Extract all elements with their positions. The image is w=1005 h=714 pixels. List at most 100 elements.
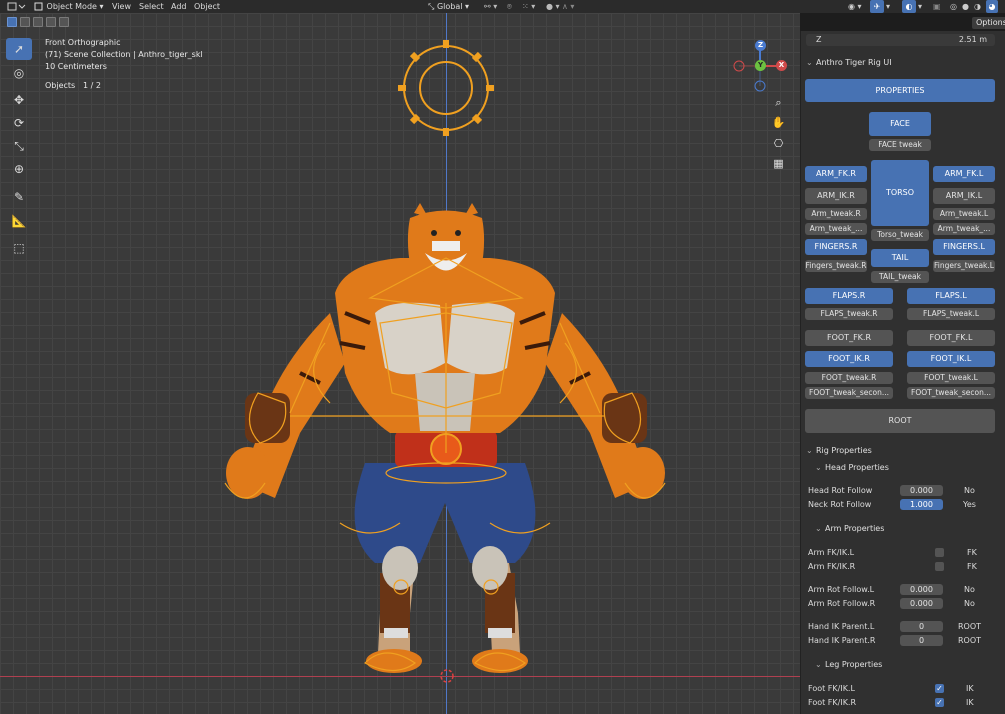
- mode-select[interactable]: Object Mode ▾: [34, 0, 104, 13]
- top-header-bar: Object Mode ▾ View Select Add Object ⤡ G…: [0, 0, 1005, 13]
- gizmo-toggle-icon[interactable]: ✈: [870, 0, 884, 13]
- tiger-character-model[interactable]: [0, 13, 800, 714]
- object-mode-icon: [34, 2, 43, 11]
- chevron-down-icon: ⌄: [806, 446, 813, 455]
- transform-orientation[interactable]: ⤡ Global ▾: [428, 0, 469, 13]
- flaps-l-button[interactable]: FLAPS.L: [907, 288, 995, 304]
- menu-select[interactable]: Select: [134, 0, 169, 13]
- menu-add[interactable]: Add: [166, 0, 192, 13]
- foot-ik-l-button[interactable]: FOOT_IK.L: [907, 351, 995, 367]
- arm-rot-follow-l-field[interactable]: 0.000: [900, 584, 943, 595]
- arm-fk-l-button[interactable]: ARM_FK.L: [933, 166, 995, 182]
- arm-rot-follow-r-state: No: [964, 599, 975, 608]
- flaps-tweak-r-button[interactable]: FLAPS_tweak.R: [805, 308, 893, 320]
- rig-ui-panel-header[interactable]: ⌄ Anthro Tiger Rig UI: [806, 58, 892, 67]
- arm-ik-r-button[interactable]: ARM_IK.R: [805, 188, 867, 204]
- arm-ik-l-button[interactable]: ARM_IK.L: [933, 188, 995, 204]
- fingers-tweak-l-button[interactable]: Fingers_tweak.L: [933, 260, 995, 272]
- hand-ik-parent-l-label: Hand IK Parent.L: [808, 622, 875, 631]
- foot-ik-r-button[interactable]: FOOT_IK.R: [805, 351, 893, 367]
- tail-tweak-button[interactable]: TAIL_tweak: [871, 271, 929, 283]
- arm-rot-follow-r-field[interactable]: 0.000: [900, 598, 943, 609]
- foot-fkik-r-state: IK: [966, 698, 974, 707]
- fingers-l-button[interactable]: FINGERS.L: [933, 239, 995, 255]
- flaps-tweak-l-button[interactable]: FLAPS_tweak.L: [907, 308, 995, 320]
- xray-icon[interactable]: ▣: [933, 0, 941, 13]
- hand-ik-parent-r-state: ROOT: [958, 636, 982, 645]
- snap-icon[interactable]: ⌾: [507, 0, 512, 13]
- rig-properties-header[interactable]: ⌄ Rig Properties: [806, 446, 872, 455]
- hand-ik-parent-r-field[interactable]: 0: [900, 635, 943, 646]
- z-value: 2.51 m: [958, 35, 987, 44]
- visibility-icon[interactable]: ◉ ▾: [848, 0, 862, 13]
- rendered-shading-icon[interactable]: ◕: [986, 0, 998, 13]
- pivot-icon[interactable]: ⚯ ▾: [484, 0, 497, 13]
- proportional-edit-icon[interactable]: ● ▾: [546, 0, 560, 13]
- foot-fkik-l-checkbox[interactable]: ✓: [935, 684, 944, 693]
- menu-view[interactable]: View: [107, 0, 136, 13]
- torso-button[interactable]: TORSO: [871, 160, 929, 226]
- overlays-icon[interactable]: ◐: [902, 0, 916, 13]
- hand-ik-parent-l-field[interactable]: 0: [900, 621, 943, 632]
- foot-fk-l-button[interactable]: FOOT_FK.L: [907, 330, 995, 346]
- face-tweak-button[interactable]: FACE tweak: [869, 139, 931, 151]
- arm-fkik-l-state: FK: [967, 548, 977, 557]
- 3d-viewport[interactable]: Front Orthographic (71) Scene Collection…: [0, 13, 800, 714]
- torso-tweak-button[interactable]: Torso_tweak: [871, 229, 929, 241]
- foot-tweak-l-button[interactable]: FOOT_tweak.L: [907, 372, 995, 384]
- 3d-cursor-icon: [440, 669, 454, 683]
- gizmo-dropdown-icon[interactable]: ▾: [886, 0, 890, 13]
- neck-rot-follow-label: Neck Rot Follow: [808, 500, 872, 509]
- head-properties-header[interactable]: ⌄ Head Properties: [815, 463, 889, 472]
- neck-rot-follow-state: Yes: [963, 500, 976, 509]
- solid-shading-icon[interactable]: ●: [962, 0, 969, 13]
- leg-properties-header[interactable]: ⌄ Leg Properties: [815, 660, 882, 669]
- rig-properties-title: Rig Properties: [816, 446, 872, 455]
- tail-button[interactable]: TAIL: [871, 249, 929, 267]
- head-rot-follow-field[interactable]: 0.000: [900, 485, 943, 496]
- arm-fkik-r-checkbox[interactable]: [935, 562, 944, 571]
- dimension-z-field[interactable]: Z 2.51 m: [806, 34, 995, 46]
- arm-fk-r-button[interactable]: ARM_FK.R: [805, 166, 867, 182]
- foot-fk-r-button[interactable]: FOOT_FK.R: [805, 330, 893, 346]
- rig-ui-title: Anthro Tiger Rig UI: [816, 58, 892, 67]
- arm-fkik-r-state: FK: [967, 562, 977, 571]
- root-button[interactable]: ROOT: [805, 409, 995, 433]
- fingers-r-button[interactable]: FINGERS.R: [805, 239, 867, 255]
- chevron-down-icon: ⌄: [815, 524, 822, 533]
- flaps-r-button[interactable]: FLAPS.R: [805, 288, 893, 304]
- overlays-dropdown-icon[interactable]: ▾: [918, 0, 922, 13]
- options-button[interactable]: Options: [972, 17, 1005, 29]
- neck-rot-follow-field[interactable]: 1.000: [900, 499, 943, 510]
- properties-button[interactable]: PROPERTIES: [805, 79, 995, 102]
- wireframe-shading-icon[interactable]: ◎: [950, 0, 957, 13]
- face-button[interactable]: FACE: [869, 112, 931, 136]
- foot-fkik-r-checkbox[interactable]: ✓: [935, 698, 944, 707]
- arm-rot-follow-l-label: Arm Rot Follow.L: [808, 585, 875, 594]
- fingers-tweak-r-button[interactable]: Fingers_tweak.R: [805, 260, 867, 272]
- menu-object[interactable]: Object: [189, 0, 225, 13]
- arm-tweak-l2-button[interactable]: Arm_tweak_...: [933, 223, 995, 235]
- head-rot-follow-state: No: [964, 486, 975, 495]
- hand-ik-parent-r-label: Hand IK Parent.R: [808, 636, 876, 645]
- hand-ik-parent-l-state: ROOT: [958, 622, 982, 631]
- arm-fkik-l-checkbox[interactable]: [935, 548, 944, 557]
- foot-tweak-secondary-l-button[interactable]: FOOT_tweak_secon...: [907, 387, 995, 399]
- editor-type-menu[interactable]: [6, 0, 26, 13]
- foot-tweak-secondary-r-button[interactable]: FOOT_tweak_secon...: [805, 387, 893, 399]
- leg-properties-title: Leg Properties: [825, 660, 883, 669]
- orientation-label: Global: [436, 2, 463, 11]
- foot-tweak-r-button[interactable]: FOOT_tweak.R: [805, 372, 893, 384]
- arm-properties-title: Arm Properties: [825, 524, 885, 533]
- arm-tweak-l-button[interactable]: Arm_tweak.L: [933, 208, 995, 220]
- arm-rot-follow-l-state: No: [964, 585, 975, 594]
- z-label: Z: [816, 35, 822, 44]
- arm-fkik-r-label: Arm FK/IK.R: [808, 562, 856, 571]
- falloff-icon[interactable]: ∧ ▾: [562, 0, 574, 13]
- chevron-down-icon: ⌄: [815, 660, 822, 669]
- arm-tweak-r-button[interactable]: Arm_tweak.R: [805, 208, 867, 220]
- material-shading-icon[interactable]: ◑: [974, 0, 981, 13]
- snap-target-icon[interactable]: ⁙ ▾: [522, 0, 535, 13]
- arm-tweak-r2-button[interactable]: Arm_tweak_...: [805, 223, 867, 235]
- arm-properties-header[interactable]: ⌄ Arm Properties: [815, 524, 884, 533]
